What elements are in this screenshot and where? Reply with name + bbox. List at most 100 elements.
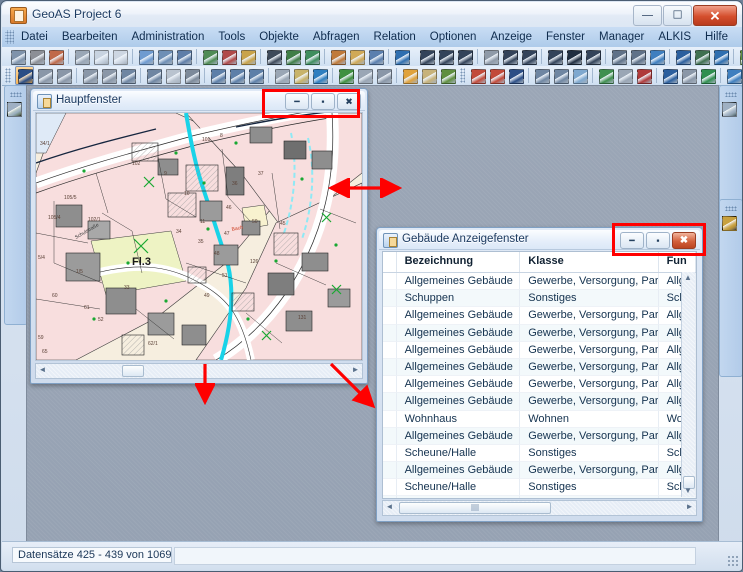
line-button[interactable]	[418, 48, 435, 65]
menu-item-anzeige[interactable]: Anzeige	[483, 29, 539, 45]
report-button[interactable]	[469, 67, 486, 84]
row-selector[interactable]	[383, 479, 397, 497]
table-row[interactable]: Allgemeines GebäudeGewerbe, Versorgung, …	[383, 324, 696, 342]
row-selector[interactable]	[383, 273, 397, 291]
table-row[interactable]: Allgemeines GebäudeGewerbe, Versorgung, …	[383, 358, 696, 377]
marquee-select-button[interactable]	[36, 67, 53, 84]
filter-button[interactable]	[661, 67, 678, 84]
menu-item-alkis[interactable]: ALKIS	[651, 29, 698, 45]
thematic-button[interactable]	[329, 48, 346, 65]
left-rail-grip[interactable]	[10, 92, 22, 97]
pan-button[interactable]	[273, 67, 290, 84]
menu-item-administration[interactable]: Administration	[124, 29, 211, 45]
polyline-button[interactable]	[437, 48, 454, 65]
info-table-button[interactable]	[183, 67, 200, 84]
globe-button[interactable]	[303, 48, 320, 65]
right-rail-top-grip[interactable]	[725, 92, 737, 97]
row-selector[interactable]	[383, 427, 397, 445]
right-rail-bottom-grip[interactable]	[725, 206, 737, 211]
terrain-button[interactable]	[693, 48, 710, 65]
map-window-button[interactable]	[201, 48, 218, 65]
table-row[interactable]: Allgemeines GebäudeGewerbe, Versorgung, …	[383, 341, 696, 359]
menu-item-abfragen[interactable]: Abfragen	[306, 29, 367, 45]
menu-item-datei[interactable]: Datei	[14, 29, 55, 45]
table-vertical-scrollbar[interactable]: ▲ ▼	[681, 272, 695, 497]
table-row[interactable]: Allgemeines GebäudeGewerbe, Versorgung, …	[383, 273, 696, 291]
table-scroll-left-icon[interactable]: ◄	[383, 501, 396, 513]
table-scroll-up-icon[interactable]: ▲	[682, 272, 694, 284]
table-hscroll-thumb[interactable]	[399, 502, 551, 514]
resize-grip[interactable]	[727, 555, 739, 567]
zoom-out-button[interactable]	[228, 67, 245, 84]
table-horizontal-scrollbar[interactable]: ◄ ►	[382, 500, 697, 516]
text-button[interactable]	[565, 48, 582, 65]
buildings-table[interactable]: Bezeichnung Klasse Fun Allgemeines Gebäu…	[382, 251, 697, 499]
table-row[interactable]: Wohnhaus Wohnen Woh	[383, 410, 696, 428]
row-selector[interactable]	[383, 324, 397, 342]
polygon-select-button[interactable]	[81, 67, 98, 84]
table-scroll-down-icon[interactable]: ▼	[682, 485, 694, 497]
building-button[interactable]	[610, 48, 627, 65]
chain-button[interactable]	[616, 67, 633, 84]
menu-item-relation[interactable]: Relation	[367, 29, 423, 45]
browser-button[interactable]	[175, 48, 192, 65]
menu-item-hilfe[interactable]: Hilfe	[698, 29, 735, 45]
layer-stack-button[interactable]	[401, 67, 418, 84]
snap-button[interactable]	[674, 48, 691, 65]
table-row[interactable]: Allgemeines GebäudeGewerbe, Versorgung, …	[383, 496, 696, 498]
legend-button[interactable]	[265, 48, 282, 65]
invert-select-button[interactable]	[145, 67, 162, 84]
flag-marker-button[interactable]	[337, 67, 354, 84]
node-edit-button[interactable]	[648, 48, 665, 65]
row-selector[interactable]	[383, 496, 397, 498]
sort-az-button[interactable]	[367, 48, 384, 65]
label-tag-button[interactable]	[356, 67, 373, 84]
menu-item-fenster[interactable]: Fenster	[539, 29, 592, 45]
layout-button[interactable]	[239, 48, 256, 65]
export-button[interactable]	[597, 67, 614, 84]
row-selector[interactable]	[383, 290, 397, 308]
import-button[interactable]	[571, 67, 588, 84]
boundary-select-button[interactable]	[100, 67, 117, 84]
radius-select-button[interactable]	[55, 67, 72, 84]
db-join-button[interactable]	[552, 67, 569, 84]
polygon-button[interactable]	[482, 48, 499, 65]
table-row[interactable]: Allgemeines GebäudeGewerbe, Versorgung, …	[383, 376, 696, 394]
menu-item-optionen[interactable]: Optionen	[423, 29, 484, 45]
house-button[interactable]	[629, 48, 646, 65]
measure-button[interactable]	[292, 67, 309, 84]
save-button[interactable]	[9, 48, 26, 65]
grid-select-button[interactable]	[680, 67, 697, 84]
table-row[interactable]: Schuppen Sonstiges Schu	[383, 290, 696, 308]
menu-item-bearbeiten[interactable]: Bearbeiten	[55, 29, 125, 45]
ellipse-button[interactable]	[501, 48, 518, 65]
paste-button[interactable]	[111, 48, 128, 65]
arc-button[interactable]	[456, 48, 473, 65]
sum-button[interactable]	[507, 67, 524, 84]
info-button[interactable]	[311, 67, 328, 84]
zoom-in-button[interactable]	[209, 67, 226, 84]
toolbar-grip-3[interactable]	[5, 68, 11, 83]
toolbar-grip-4[interactable]	[459, 68, 465, 83]
menu-item-objekte[interactable]: Objekte	[252, 29, 306, 45]
table-row[interactable]: Allgemeines GebäudeGewerbe, Versorgung, …	[383, 427, 696, 445]
excel-export-button[interactable]	[699, 67, 716, 84]
label-button[interactable]	[348, 48, 365, 65]
raster-button[interactable]	[738, 48, 742, 65]
db-query-button[interactable]	[533, 67, 550, 84]
maximize-button[interactable]: ☐	[663, 5, 692, 26]
table-scroll-right-icon[interactable]: ►	[683, 501, 696, 513]
print-preview-button[interactable]	[47, 48, 64, 65]
ruler-button[interactable]	[164, 67, 181, 84]
unselect-button[interactable]	[119, 67, 136, 84]
cut-button[interactable]	[73, 48, 90, 65]
text-style-button[interactable]	[712, 48, 729, 65]
table-row[interactable]: Allgemeines GebäudeGewerbe, Versorgung, …	[383, 307, 696, 325]
table-row[interactable]: Allgemeines GebäudeGewerbe, Versorgung, …	[383, 393, 696, 411]
rounded-rect-button[interactable]	[546, 48, 563, 65]
menu-item-manager[interactable]: Manager	[592, 29, 651, 45]
layer-control-button[interactable]	[284, 48, 301, 65]
map-canvas[interactable]: 34/1 105/5 105/4 102/1 5/4 1/5 102 101 8…	[35, 112, 363, 361]
row-selector[interactable]	[383, 462, 397, 480]
close-button[interactable]: ✕	[693, 5, 737, 26]
